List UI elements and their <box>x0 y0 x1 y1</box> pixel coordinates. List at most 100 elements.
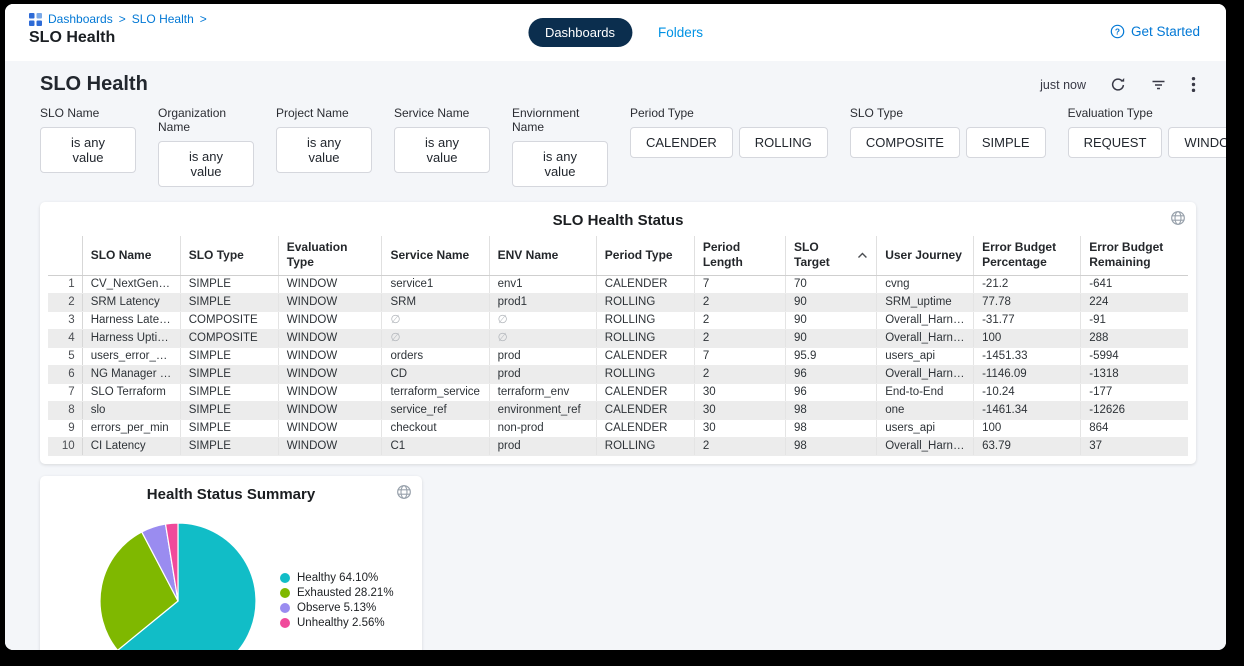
column-header-user-journey[interactable]: User Journey <box>877 236 974 276</box>
cell-user-journey: Overall_Harness <box>877 330 974 348</box>
cell-slo-name: SRM Latency <box>82 294 180 312</box>
cell-env-name: prod <box>489 366 596 384</box>
breadcrumb-link-dashboards[interactable]: Dashboards <box>48 12 113 26</box>
cell-slo-type: SIMPLE <box>180 384 278 402</box>
cell-period-type: ROLLING <box>596 438 694 456</box>
pie-chart <box>97 520 259 650</box>
table-row: 8sloSIMPLEWINDOWservice_refenvironment_r… <box>48 402 1188 420</box>
cell-env-name: ∅ <box>489 312 596 330</box>
filter-button-simple[interactable]: SIMPLE <box>966 127 1046 158</box>
column-header-env-name[interactable]: ENV Name <box>489 236 596 276</box>
cell-period-length: 2 <box>694 330 785 348</box>
cell-slo-type: SIMPLE <box>180 420 278 438</box>
more-options-button[interactable] <box>1191 76 1196 93</box>
filter-label: Organization Name <box>158 106 254 134</box>
column-header-evaluation-type[interactable]: Evaluation Type <box>278 236 382 276</box>
app-window: Dashboards > SLO Health > SLO Health Das… <box>5 4 1226 650</box>
filter-group-period-type: Period TypeCALENDERROLLING <box>630 106 828 187</box>
last-refreshed-label: just now <box>1040 78 1086 92</box>
legend-label: Unhealthy 2.56% <box>297 617 385 629</box>
filter-toggle-button[interactable] <box>1150 77 1167 93</box>
filter-button-request[interactable]: REQUEST <box>1068 127 1163 158</box>
cell-slo-type: COMPOSITE <box>180 330 278 348</box>
cell-user-journey: users_api <box>877 348 974 366</box>
cell-slo-type: SIMPLE <box>180 438 278 456</box>
toolbar-actions: just now <box>1040 76 1196 93</box>
cell-evaluation-type: WINDOW <box>278 438 382 456</box>
header-tabs: Dashboards Folders <box>528 18 703 47</box>
filter-button-composite[interactable]: COMPOSITE <box>850 127 960 158</box>
cell-slo-type: SIMPLE <box>180 294 278 312</box>
filter-controls: is any value <box>512 141 608 187</box>
column-header-row-number <box>48 236 82 276</box>
cell-period-length: 30 <box>694 402 785 420</box>
cell-slo-name: CI Latency <box>82 438 180 456</box>
column-header-slo-name[interactable]: SLO Name <box>82 236 180 276</box>
cell-period-length: 7 <box>694 348 785 366</box>
filter-button-is-any-value[interactable]: is any value <box>394 127 490 173</box>
cell-service-name: service_ref <box>382 402 489 420</box>
cell-evaluation-type: WINDOW <box>278 420 382 438</box>
cell-period-type: ROLLING <box>596 330 694 348</box>
dashboard-title: SLO Health <box>40 73 148 96</box>
legend-label: Healthy 64.10% <box>297 572 378 584</box>
row-number: 4 <box>48 330 82 348</box>
filter-group-service-name: Service Name is any value <box>394 106 490 187</box>
tab-dashboards[interactable]: Dashboards <box>528 18 632 47</box>
column-header-service-name[interactable]: Service Name <box>382 236 489 276</box>
filter-group-organization-name: Organization Name is any value <box>158 106 254 187</box>
legend-item-observe: Observe 5.13% <box>280 602 394 614</box>
legend-color-dot <box>280 618 290 628</box>
cell-error-budget-remaining: 224 <box>1081 294 1188 312</box>
column-header-error-budget-remaining[interactable]: Error Budget Remaining <box>1081 236 1188 276</box>
filter-controls: REQUESTWINDOW <box>1068 127 1226 158</box>
filter-button-is-any-value[interactable]: is any value <box>276 127 372 173</box>
filter-controls: is any value <box>40 127 136 173</box>
cell-env-name: prod <box>489 438 596 456</box>
cell-slo-target: 96 <box>786 384 877 402</box>
legend-color-dot <box>280 603 290 613</box>
table-row: 2SRM LatencySIMPLEWINDOWSRMprod1ROLLING2… <box>48 294 1188 312</box>
cell-error-budget-percentage: 77.78 <box>974 294 1081 312</box>
cell-env-name: environment_ref <box>489 402 596 420</box>
filter-button-rolling[interactable]: ROLLING <box>739 127 828 158</box>
refresh-button[interactable] <box>1110 77 1126 93</box>
cell-slo-name: slo <box>82 402 180 420</box>
top-header-bar: Dashboards > SLO Health > SLO Health Das… <box>5 4 1226 61</box>
tab-folders[interactable]: Folders <box>658 25 703 40</box>
row-number: 9 <box>48 420 82 438</box>
cell-service-name: ∅ <box>382 330 489 348</box>
get-started-link[interactable]: ? Get Started <box>1110 24 1200 39</box>
help-question-icon: ? <box>1110 24 1125 39</box>
column-header-period-length[interactable]: Period Length <box>694 236 785 276</box>
column-header-period-type[interactable]: Period Type <box>596 236 694 276</box>
filter-button-calender[interactable]: CALENDER <box>630 127 733 158</box>
cell-period-length: 30 <box>694 384 785 402</box>
column-header-slo-target[interactable]: SLO Target <box>786 236 877 276</box>
cell-env-name: ∅ <box>489 330 596 348</box>
breadcrumb-separator: > <box>119 12 126 26</box>
cell-evaluation-type: WINDOW <box>278 366 382 384</box>
filter-label: Service Name <box>394 106 490 120</box>
cell-env-name: non-prod <box>489 420 596 438</box>
cell-error-budget-remaining: 288 <box>1081 330 1188 348</box>
refresh-icon <box>1110 77 1126 93</box>
filter-label: SLO Name <box>40 106 136 120</box>
dashboards-grid-icon <box>29 13 42 26</box>
cell-evaluation-type: WINDOW <box>278 312 382 330</box>
cell-error-budget-percentage: -1146.09 <box>974 366 1081 384</box>
filter-label: SLO Type <box>850 106 1046 120</box>
cell-slo-name: errors_per_min <box>82 420 180 438</box>
breadcrumb-link-slo-health[interactable]: SLO Health <box>132 12 194 26</box>
column-header-slo-type[interactable]: SLO Type <box>180 236 278 276</box>
cell-error-budget-percentage: -10.24 <box>974 384 1081 402</box>
column-header-error-budget-percentage[interactable]: Error Budget Percentage <box>974 236 1081 276</box>
filter-button-is-any-value[interactable]: is any value <box>158 141 254 187</box>
filter-button-is-any-value[interactable]: is any value <box>512 141 608 187</box>
breadcrumb-separator: > <box>200 12 207 26</box>
cell-service-name: ∅ <box>382 312 489 330</box>
filter-button-is-any-value[interactable]: is any value <box>40 127 136 173</box>
cell-error-budget-percentage: 100 <box>974 420 1081 438</box>
filter-button-window[interactable]: WINDOW <box>1168 127 1226 158</box>
filter-controls: is any value <box>394 127 490 173</box>
